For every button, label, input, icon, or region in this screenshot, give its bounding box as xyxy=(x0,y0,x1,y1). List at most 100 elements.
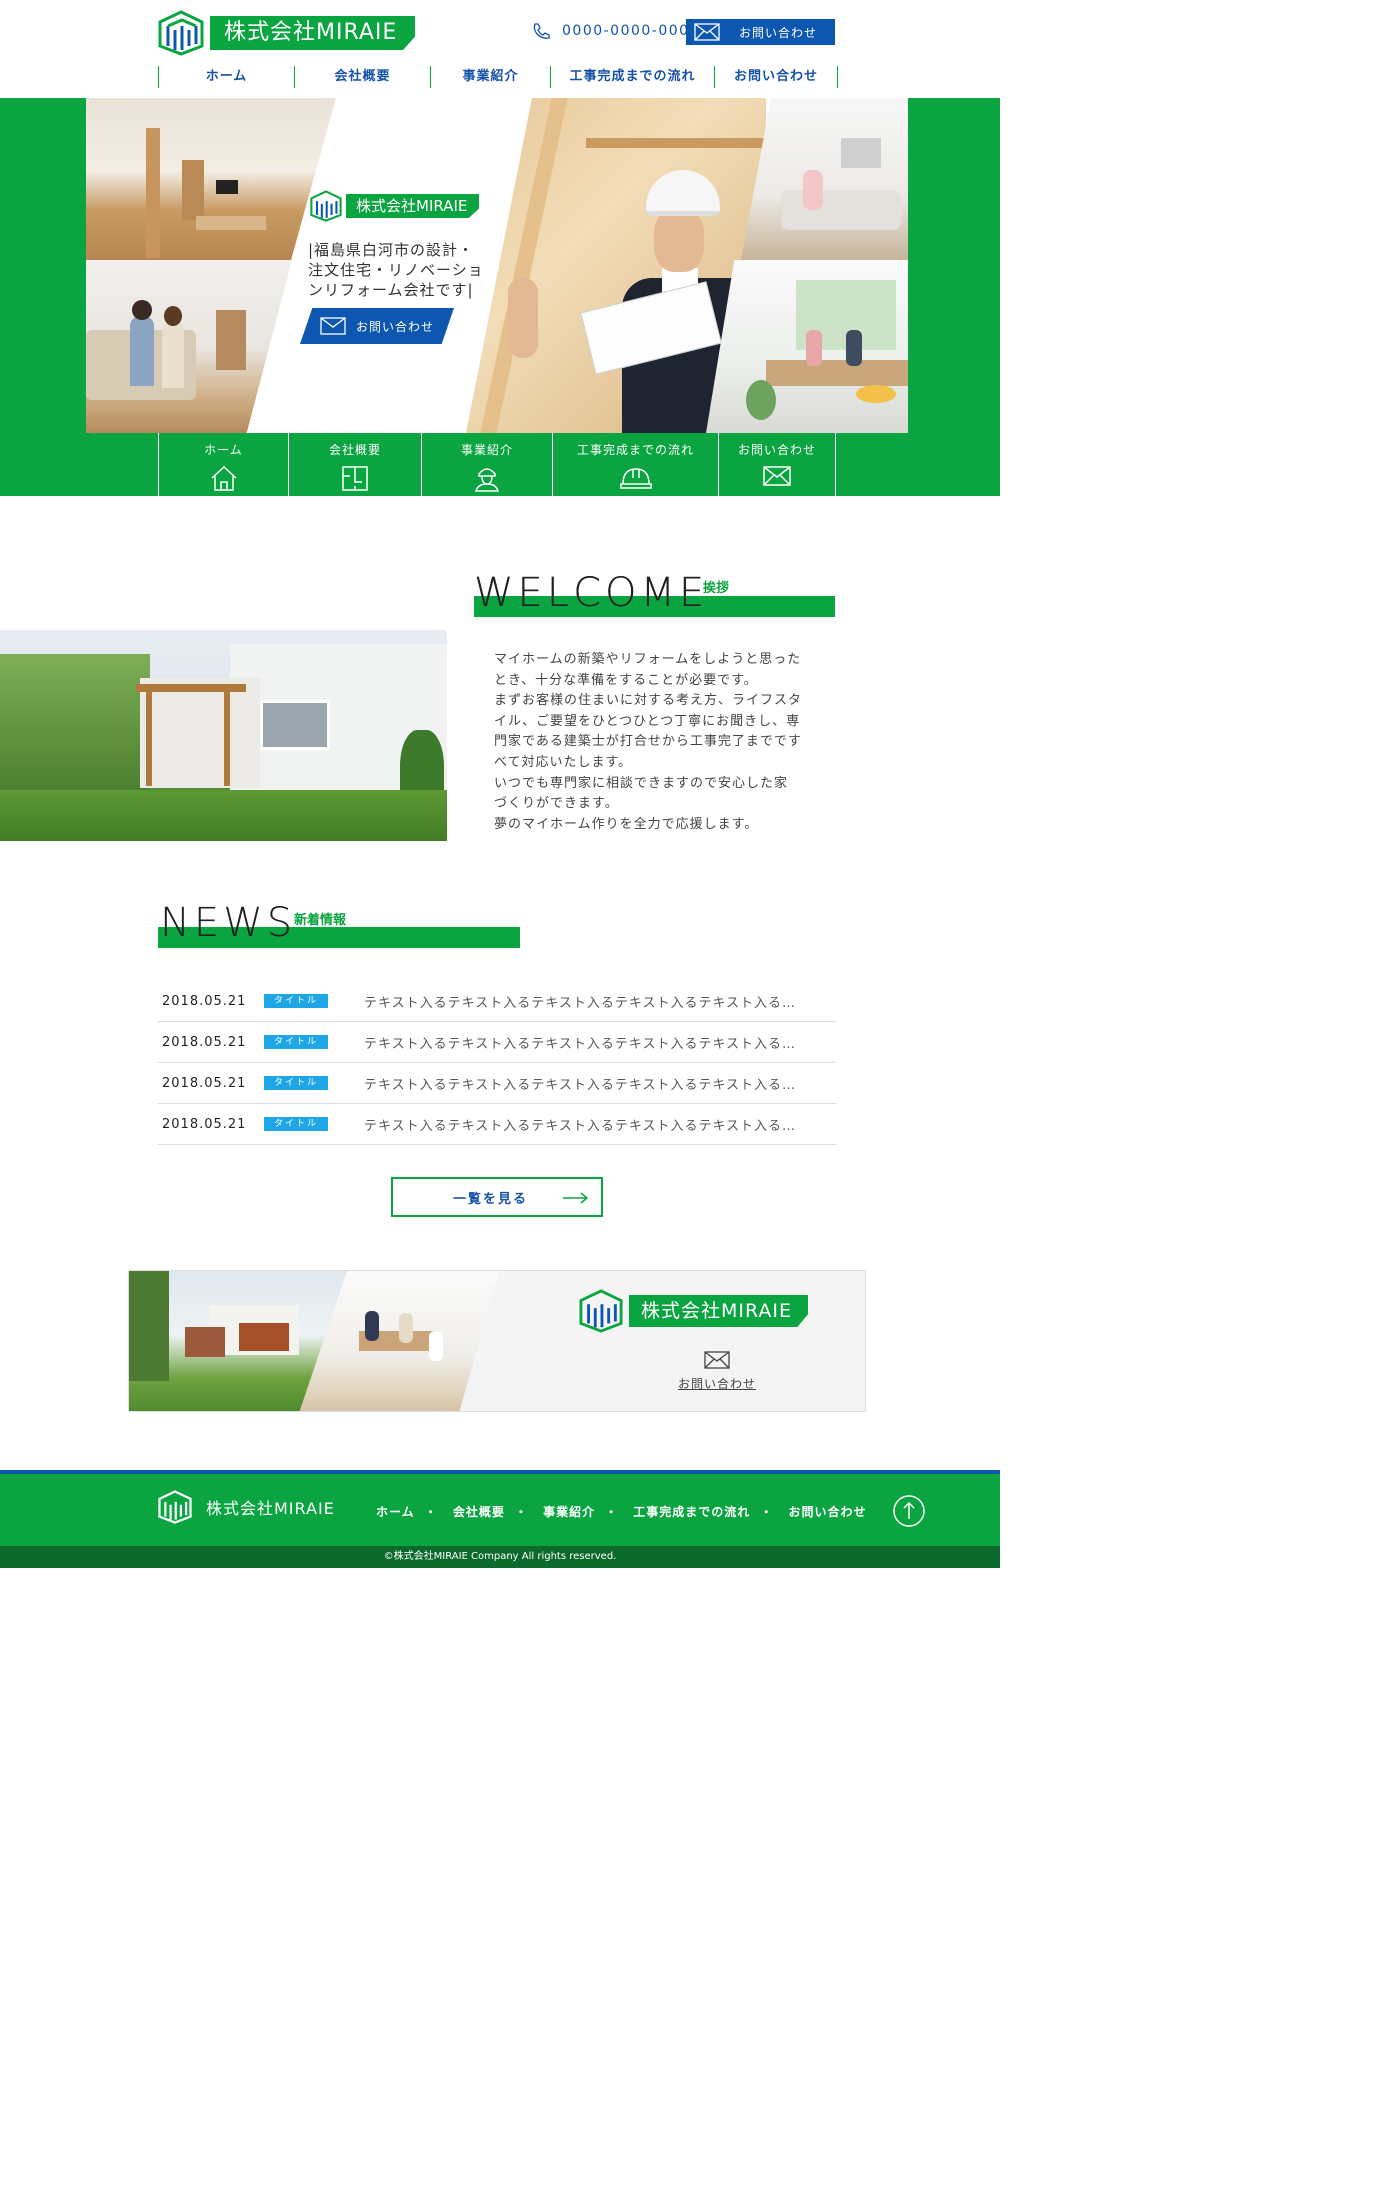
banner-logo-text: 株式会社MIRAIE xyxy=(629,1295,809,1327)
hero-subnav: ホーム 会社概要 事業紹介 工事完成までの流れ お問い合わせ xyxy=(158,433,836,496)
nav-flow[interactable]: 工事完成までの流れ xyxy=(550,66,714,88)
news-item[interactable]: 2018.05.21 タイトル テキスト入るテキスト入るテキスト入るテキスト入る… xyxy=(158,1063,836,1104)
news-date: 2018.05.21 xyxy=(162,1034,247,1050)
global-nav: ホーム 会社概要 事業紹介 工事完成までの流れ お問い合わせ xyxy=(158,66,838,88)
nav-separator: ・ xyxy=(514,1505,528,1519)
news-item[interactable]: 2018.05.21 タイトル テキスト入るテキスト入るテキスト入るテキスト入る… xyxy=(158,1104,836,1145)
hero-collage: 株式会社MIRAIE |福島県白河市の設計・ 注文住宅・リノベーショ ンリフォー… xyxy=(86,98,908,433)
welcome-line-9: 夢のマイホーム作りを全力で応援します。 xyxy=(494,816,759,832)
news-text: テキスト入るテキスト入るテキスト入るテキスト入るテキスト入る… xyxy=(364,1118,797,1134)
mail-icon xyxy=(763,466,791,486)
welcome-line-2: とき、十分な準備をすることが必要です。 xyxy=(494,672,758,688)
news-tag: タイトル xyxy=(264,1035,328,1049)
welcome-line-7: いつでも専門家に相談できますので安心した家 xyxy=(494,775,789,791)
contact-banner[interactable]: 株式会社MIRAIE お問い合わせ xyxy=(128,1270,866,1412)
welcome-text: マイホームの新築やリフォームをしようと思った とき、十分な準備をすることが必要で… xyxy=(494,650,814,835)
subnav-flow-label: 工事完成までの流れ xyxy=(576,443,694,457)
news-item[interactable]: 2018.05.21 タイトル テキスト入るテキスト入るテキスト入るテキスト入る… xyxy=(158,1022,836,1063)
subnav-contact-label: お問い合わせ xyxy=(737,443,816,457)
mail-icon xyxy=(694,23,720,41)
footer-logo-text: 株式会社MIRAIE xyxy=(206,1499,335,1518)
house-icon xyxy=(210,465,237,491)
hero-tagline-2: 注文住宅・リノベーショ xyxy=(308,261,484,279)
header-tel[interactable]: 0000-0000-000 xyxy=(532,22,690,40)
welcome-line-3: まずお客様の住まいに対する考え方、ライフスタ xyxy=(494,693,803,709)
news-tag: タイトル xyxy=(264,1117,328,1131)
hero-logo-text: 株式会社MIRAIE xyxy=(346,194,480,218)
nav-separator: ・ xyxy=(605,1505,619,1519)
news-date: 2018.05.21 xyxy=(162,1116,247,1132)
mail-icon xyxy=(320,317,346,335)
worker-icon xyxy=(475,468,499,492)
nav-company[interactable]: 会社概要 xyxy=(294,66,430,88)
welcome-line-5: 門家である建築士が打合せから工事完了までです xyxy=(494,734,802,750)
footer-nav-home[interactable]: ホーム xyxy=(376,1505,415,1519)
subnav-flow[interactable]: 工事完成までの流れ xyxy=(552,433,718,496)
subnav-contact[interactable]: お問い合わせ xyxy=(718,433,836,496)
news-tag: タイトル xyxy=(264,1076,328,1090)
footer-nav-company[interactable]: 会社概要 xyxy=(453,1505,505,1519)
footer-nav-flow[interactable]: 工事完成までの流れ xyxy=(633,1505,750,1519)
logo-mark-icon xyxy=(158,10,204,56)
logo-text: 株式会社MIRAIE xyxy=(210,16,416,50)
news-text: テキスト入るテキスト入るテキスト入るテキスト入るテキスト入る… xyxy=(364,1036,797,1052)
hero-contact-label: お問い合わせ xyxy=(356,319,435,334)
news-tag: タイトル xyxy=(264,994,328,1008)
subnav-home-label: ホーム xyxy=(204,443,243,457)
nav-business[interactable]: 事業紹介 xyxy=(430,66,550,88)
logo-mark-icon xyxy=(158,1490,192,1524)
footer: 株式会社MIRAIE ホーム・ 会社概要・ 事業紹介・ 工事完成までの流れ・ お… xyxy=(0,1470,1000,1546)
phone-icon xyxy=(533,23,550,39)
welcome-line-1: マイホームの新築やリフォームをしようと思った xyxy=(494,652,802,667)
hero-logo: 株式会社MIRAIE xyxy=(310,190,480,222)
nav-contact[interactable]: お問い合わせ xyxy=(714,66,838,88)
subnav-company[interactable]: 会社概要 xyxy=(288,433,421,496)
news-text: テキスト入るテキスト入るテキスト入るテキスト入るテキスト入る… xyxy=(364,995,797,1011)
arrow-right-icon xyxy=(563,1192,589,1204)
news-date: 2018.05.21 xyxy=(162,993,247,1009)
hero-contact-button[interactable]: お問い合わせ xyxy=(300,308,454,344)
tel-number: 0000-0000-000 xyxy=(562,23,690,39)
subnav-company-label: 会社概要 xyxy=(328,443,381,457)
news-item[interactable]: 2018.05.21 タイトル テキスト入るテキスト入るテキスト入るテキスト入る… xyxy=(158,981,836,1022)
header-contact-button[interactable]: お問い合わせ xyxy=(686,19,835,45)
footer-nav-contact[interactable]: お問い合わせ xyxy=(789,1505,867,1519)
nav-home[interactable]: ホーム xyxy=(158,66,294,88)
helmet-icon xyxy=(619,468,652,489)
logo-mark-icon xyxy=(579,1289,623,1333)
hero-photo-couple xyxy=(86,260,292,433)
footer-nav: ホーム・ 会社概要・ 事業紹介・ 工事完成までの流れ・ お問い合わせ xyxy=(376,1503,867,1520)
hero-photo-interior xyxy=(86,98,336,260)
scroll-top-icon[interactable] xyxy=(892,1494,926,1528)
welcome-line-8: づくりができます。 xyxy=(494,796,619,812)
banner-contact[interactable]: お問い合わせ xyxy=(675,1351,759,1392)
welcome-line-6: べて対応いたします。 xyxy=(494,754,633,770)
banner-logo: 株式会社MIRAIE xyxy=(579,1289,809,1333)
footer-nav-business[interactable]: 事業紹介 xyxy=(543,1505,595,1519)
hero-photo-kitchen xyxy=(706,260,908,433)
news-more-label: 一覧を見る xyxy=(453,1191,529,1207)
footer-logo[interactable]: 株式会社MIRAIE xyxy=(158,1490,335,1524)
copyright: ©株式会社MIRAIE Company All rights reserved. xyxy=(0,1546,1000,1568)
nav-separator: ・ xyxy=(424,1505,438,1519)
banner-contact-label: お問い合わせ xyxy=(677,1377,756,1391)
hero-tagline-1: |福島県白河市の設計・ xyxy=(308,241,475,259)
welcome-title-overlay: WELCOME xyxy=(474,570,709,616)
logo-mark-icon xyxy=(310,190,342,222)
news-title: NEWS xyxy=(160,900,297,946)
news-subtitle: 新着情報 xyxy=(294,913,347,928)
header-logo[interactable]: 株式会社MIRAIE xyxy=(158,10,416,56)
subnav-business[interactable]: 事業紹介 xyxy=(421,433,552,496)
subnav-home[interactable]: ホーム xyxy=(158,433,288,496)
hero-photo-girl xyxy=(741,98,908,260)
news-more-button[interactable]: 一覧を見る xyxy=(391,1177,603,1217)
subnav-business-label: 事業紹介 xyxy=(460,443,513,457)
mail-icon xyxy=(704,1351,730,1369)
hero-tagline: |福島県白河市の設計・ 注文住宅・リノベーショ ンリフォーム会社です| xyxy=(308,240,484,300)
news-text: テキスト入るテキスト入るテキスト入るテキスト入るテキスト入る… xyxy=(364,1077,797,1093)
header-contact-label: お問い合わせ xyxy=(738,25,817,40)
nav-separator: ・ xyxy=(760,1505,774,1519)
hero: 株式会社MIRAIE |福島県白河市の設計・ 注文住宅・リノベーショ ンリフォー… xyxy=(0,98,1000,496)
welcome-photo-house xyxy=(0,630,447,841)
hero-tagline-3: ンリフォーム会社です| xyxy=(308,281,474,299)
